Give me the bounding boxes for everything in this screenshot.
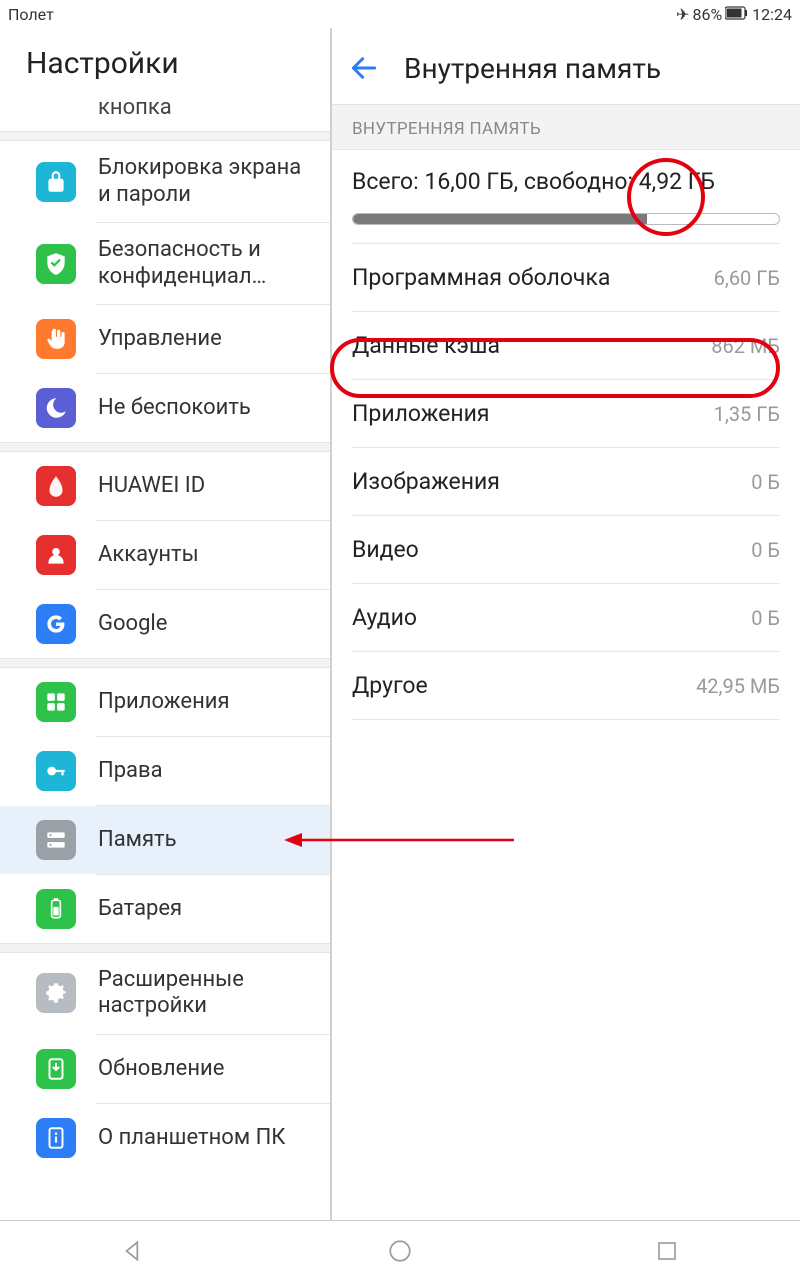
storage-row-value: 1,35 ГБ (714, 402, 780, 426)
section-header: ВНУТРЕННЯЯ ПАМЯТЬ (332, 104, 800, 150)
storage-row-value: 6,60 ГБ (714, 266, 780, 290)
storage-row-system[interactable]: Программная оболочка 6,60 ГБ (332, 244, 800, 311)
storage-row-apps[interactable]: Приложения 1,35 ГБ (332, 380, 800, 447)
moon-icon (36, 388, 76, 428)
storage-progress-fill (353, 214, 647, 224)
sidebar-item-google[interactable]: Google (0, 590, 330, 658)
sidebar-item-advanced[interactable]: Расширенные настройки (0, 953, 330, 1034)
summary-free-value: 4,92 ГБ (633, 168, 715, 195)
gear-icon (36, 973, 76, 1013)
google-icon (36, 604, 76, 644)
sidebar-item-label: Не беспокоить (98, 395, 251, 421)
storage-row-label: Приложения (352, 400, 490, 427)
battery-icon (36, 889, 76, 929)
storage-icon (36, 820, 76, 860)
nav-back-button[interactable] (113, 1231, 153, 1271)
sidebar-item-security[interactable]: Безопасность и конфиденциал… (0, 223, 330, 304)
sidebar-item-huawei-id[interactable]: HUAWEI ID (0, 452, 330, 520)
sidebar-item-label: HUAWEI ID (98, 473, 205, 499)
storage-row-label: Программная оболочка (352, 264, 610, 291)
sidebar-item-label: Батарея (98, 896, 182, 922)
storage-row-value: 0 Б (751, 470, 780, 494)
apps-icon (36, 682, 76, 722)
storage-row-cache[interactable]: Данные кэша 862 МБ (332, 312, 800, 379)
storage-row-video[interactable]: Видео 0 Б (332, 516, 800, 583)
storage-row-label: Изображения (352, 468, 500, 495)
status-flight-mode: Полет (8, 5, 54, 24)
sidebar-item-button[interactable]: кнопка (0, 95, 330, 131)
sidebar-title: Настройки (0, 28, 330, 95)
sidebar-item-label: Аккаунты (98, 542, 199, 568)
summary-total-label: Всего: 16,00 ГБ, свободно: (352, 168, 633, 195)
sidebar-item-label: кнопка (98, 95, 172, 121)
sidebar-item-dnd[interactable]: Не беспокоить (0, 374, 330, 442)
sidebar-item-label: Память (98, 827, 177, 853)
sidebar-item-label: Блокировка экрана и пароли (98, 155, 317, 208)
status-time: 12:24 (752, 5, 792, 24)
storage-row-value: 42,95 МБ (696, 674, 780, 698)
storage-row-label: Аудио (352, 604, 417, 631)
sidebar-item-label: Приложения (98, 689, 230, 715)
hand-icon (36, 319, 76, 359)
storage-row-value: 0 Б (751, 538, 780, 562)
sidebar-item-label: Расширенные настройки (98, 967, 317, 1020)
shield-icon (36, 244, 76, 284)
nav-home-button[interactable] (380, 1231, 420, 1271)
sidebar-item-label: Обновление (98, 1056, 224, 1082)
page-title: Внутренняя память (404, 52, 661, 85)
sidebar-item-accounts[interactable]: Аккаунты (0, 521, 330, 589)
storage-row-value: 862 МБ (711, 334, 780, 358)
account-icon (36, 535, 76, 575)
sidebar-item-permissions[interactable]: Права (0, 737, 330, 805)
sidebar-item-label: Безопасность и конфиденциал… (98, 237, 317, 290)
sidebar-item-about[interactable]: О планшетном ПК (0, 1104, 330, 1172)
battery-icon (725, 5, 749, 24)
back-button[interactable] (342, 46, 386, 90)
huawei-icon (36, 466, 76, 506)
info-icon (36, 1118, 76, 1158)
storage-row-label: Данные кэша (352, 332, 500, 359)
storage-row-audio[interactable]: Аудио 0 Б (332, 584, 800, 651)
sidebar-item-label: Google (98, 611, 167, 637)
key-icon (36, 751, 76, 791)
storage-row-other[interactable]: Другое 42,95 МБ (332, 652, 800, 719)
storage-row-label: Видео (352, 536, 419, 563)
nav-recent-button[interactable] (647, 1231, 687, 1271)
sidebar-item-update[interactable]: Обновление (0, 1035, 330, 1103)
lock-icon (36, 162, 76, 202)
battery-percent: 86% (692, 5, 722, 24)
sidebar-item-apps[interactable]: Приложения (0, 668, 330, 736)
storage-row-label: Другое (352, 672, 428, 699)
update-icon (36, 1049, 76, 1089)
sidebar-item-memory[interactable]: Память (0, 806, 330, 874)
sidebar-item-lockscreen[interactable]: Блокировка экрана и пароли (0, 141, 330, 222)
sidebar-item-management[interactable]: Управление (0, 305, 330, 373)
sidebar-item-label: О планшетном ПК (98, 1125, 285, 1151)
sidebar-item-label: Управление (98, 326, 222, 352)
sidebar-item-battery[interactable]: Батарея (0, 875, 330, 943)
nav-bar (0, 1220, 800, 1280)
storage-summary: Всего: 16,00 ГБ, свободно: 4,92 ГБ (332, 150, 800, 243)
sidebar-item-label: Права (98, 758, 163, 784)
status-bar: Полет ✈ 86% 12:24 (0, 0, 800, 28)
storage-progress-bar (352, 213, 780, 225)
storage-row-value: 0 Б (751, 606, 780, 630)
main-panel: Внутренняя память ВНУТРЕННЯЯ ПАМЯТЬ Всег… (332, 28, 800, 1220)
airplane-icon: ✈ (676, 5, 689, 24)
storage-row-images[interactable]: Изображения 0 Б (332, 448, 800, 515)
settings-sidebar: Настройки кнопка Блокировка экрана и пар… (0, 28, 332, 1220)
